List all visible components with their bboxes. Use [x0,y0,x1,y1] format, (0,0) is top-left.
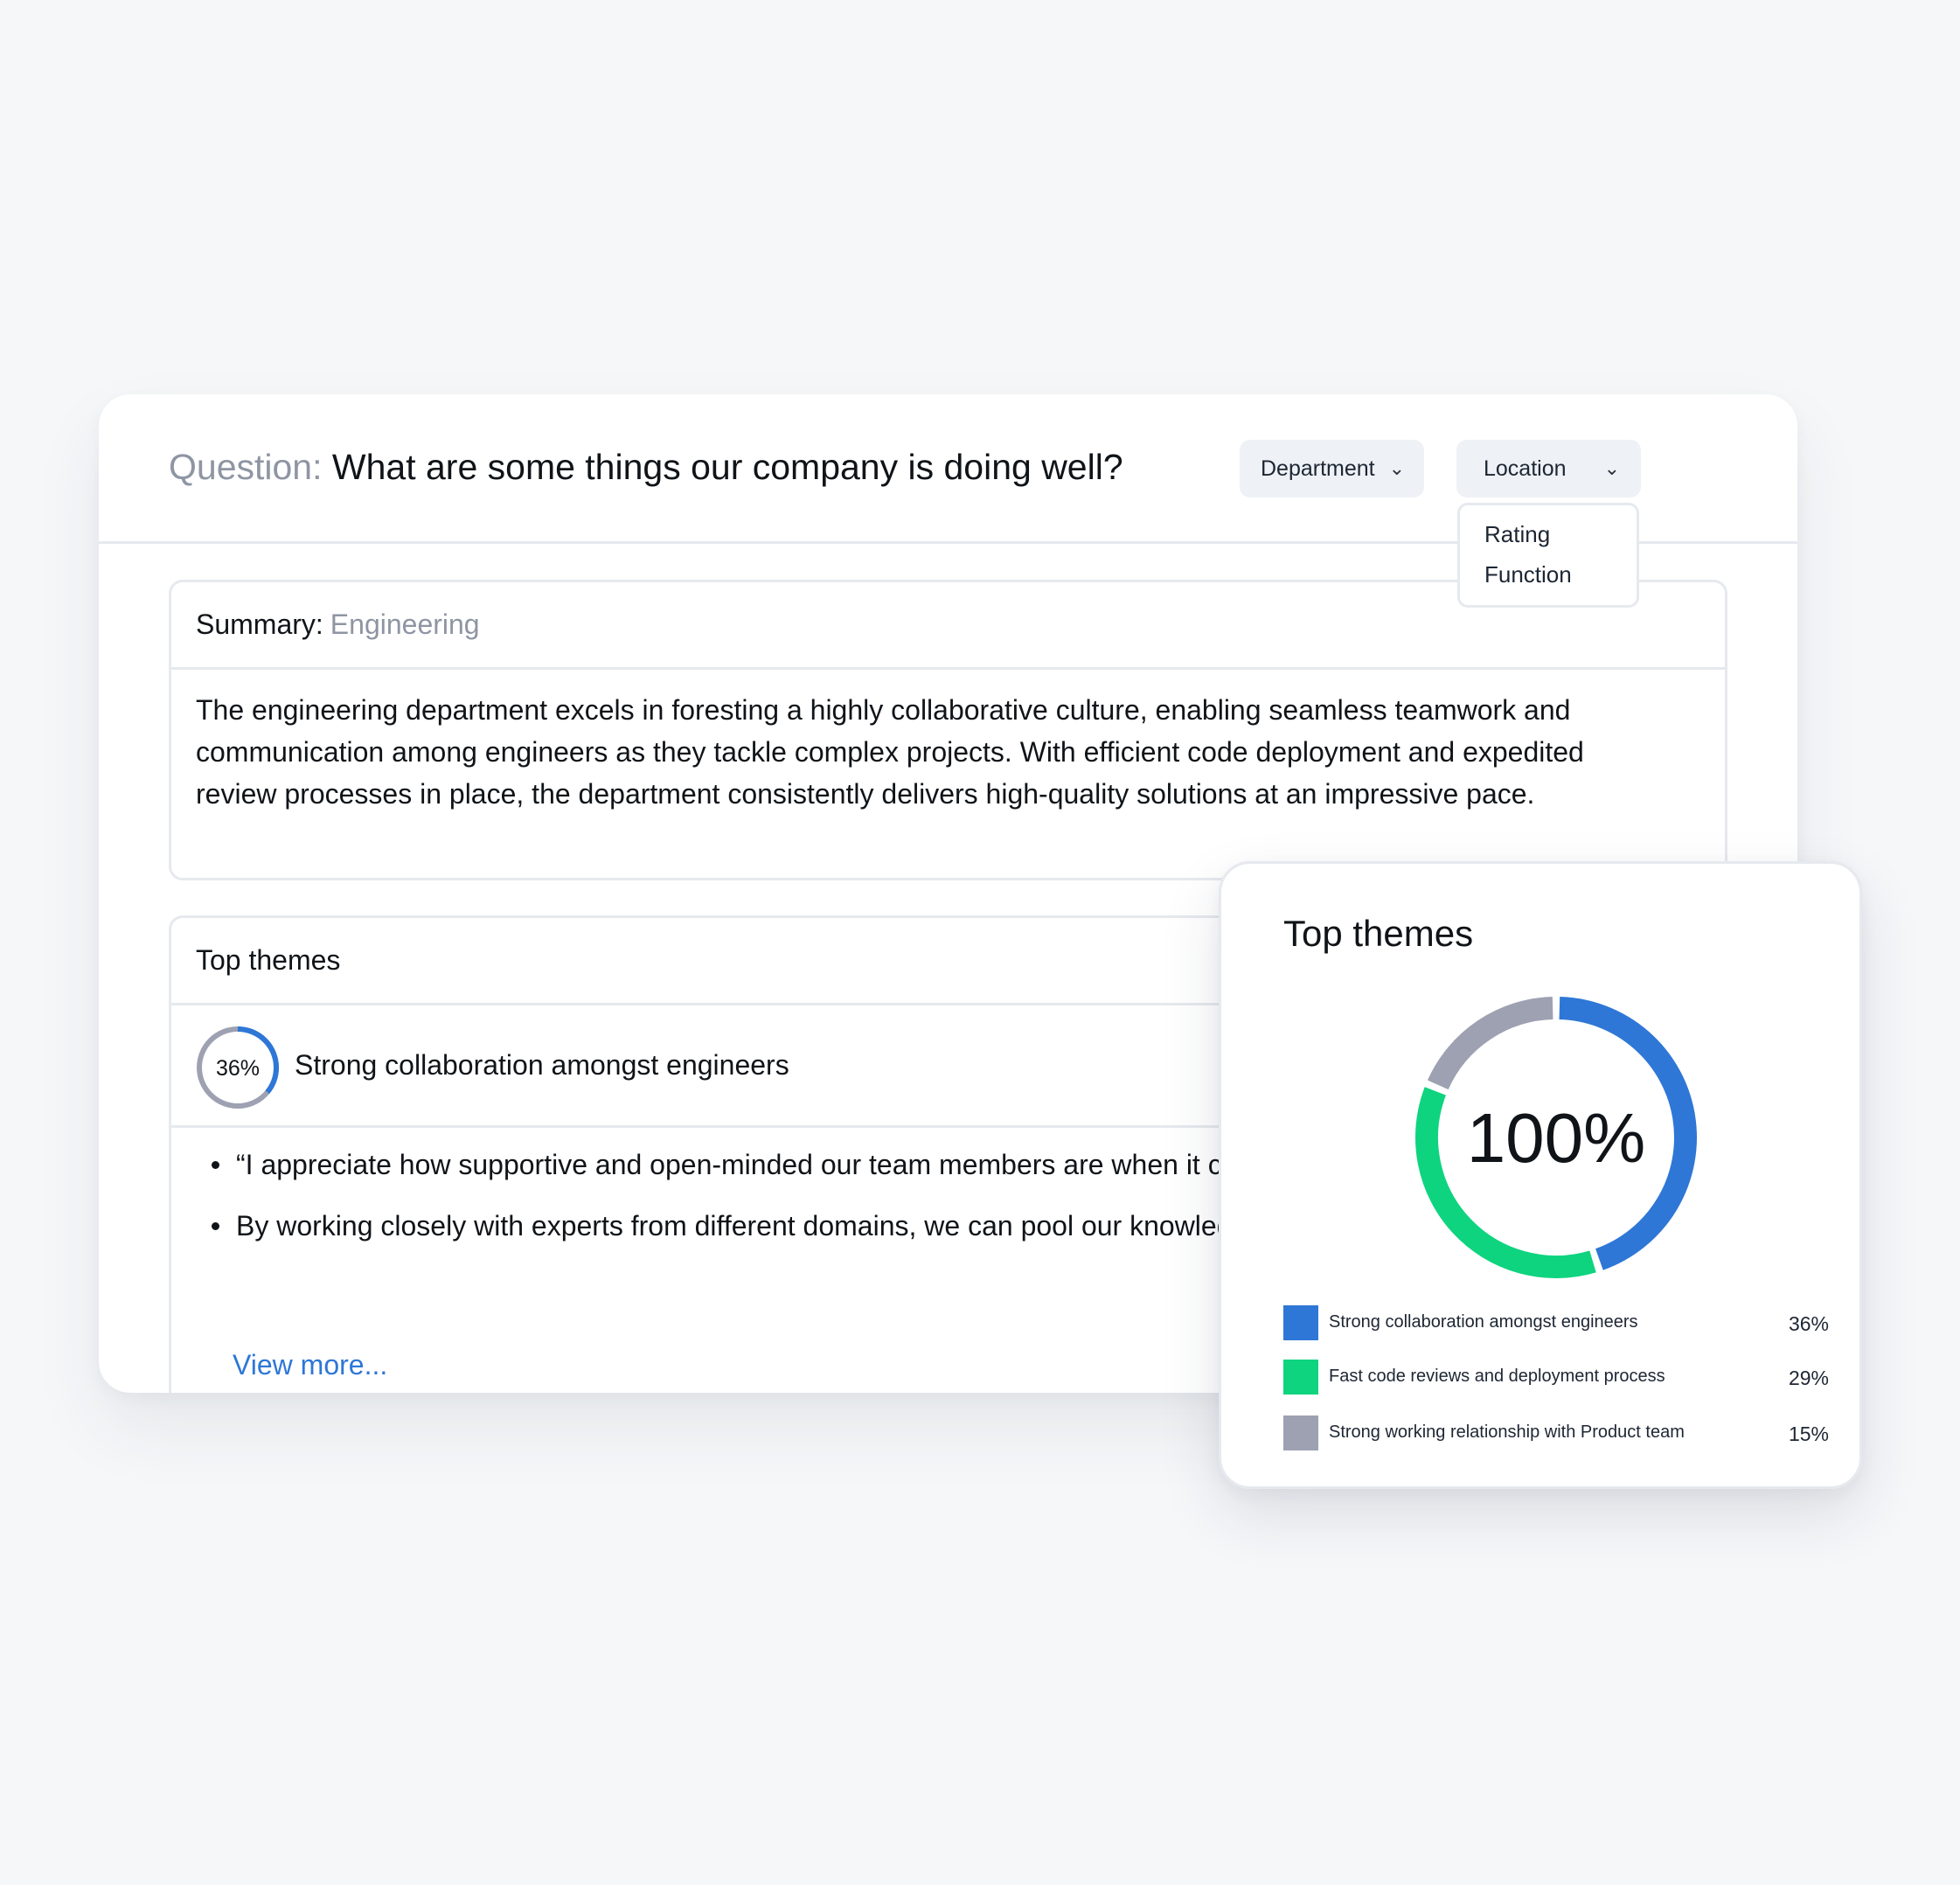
question-label: Question: [169,447,323,487]
chevron-down-icon: ⌄ [1603,457,1620,479]
question-title: Question: What are some things our compa… [169,447,1123,488]
legend-swatch [1283,1305,1318,1340]
summary-text: The engineering department excels in for… [196,694,1584,810]
legend-value: 29% [1788,1367,1829,1389]
legend-item: Strong working relationship with Product… [1283,1415,1829,1450]
question-text: What are some things our company is doin… [331,447,1123,487]
donut-center-label: 100% [1467,1099,1646,1177]
legend-label: Strong working relationship with Product… [1329,1422,1685,1442]
theme-percent-ring: 36% [197,1026,279,1109]
legend-item: Strong collaboration amongst engineers 36… [1283,1305,1829,1340]
department-filter-button[interactable]: Department ⌄ [1240,440,1424,497]
donut-segment [1427,997,1553,1090]
chart-card-title: Top themes [1283,913,1474,954]
location-filter-button[interactable]: Location ⌄ [1456,440,1641,497]
menu-item-rating[interactable]: Rating [1484,521,1550,548]
view-more-link[interactable]: View more... [233,1349,387,1381]
legend-swatch [1283,1415,1318,1450]
summary-label: Summary: [196,609,323,640]
legend-item: Fast code reviews and deployment process… [1283,1360,1829,1395]
department-filter-label: Department [1261,456,1375,481]
theme-percent-label: 36% [216,1056,260,1081]
themes-donut-chart: 100% [1415,997,1697,1278]
legend-value: 36% [1788,1312,1829,1335]
location-filter-label: Location [1484,456,1567,481]
legend-value: 15% [1788,1422,1829,1445]
menu-item-function[interactable]: Function [1484,561,1572,588]
location-filter-menu: Rating Function [1457,503,1639,608]
theme-name: Strong collaboration amongst engineers [295,1049,789,1081]
summary-panel: Summary: Engineering The engineering dep… [169,580,1727,880]
legend-label: Strong collaboration amongst engineers [1329,1312,1638,1332]
chevron-down-icon: ⌄ [1388,457,1406,479]
legend-label: Fast code reviews and deployment process [1329,1367,1665,1386]
top-themes-chart-card: Top themes 100% Strong collaboration amo… [1219,861,1862,1489]
legend-swatch [1283,1360,1318,1395]
summary-department: Engineering [330,609,480,640]
